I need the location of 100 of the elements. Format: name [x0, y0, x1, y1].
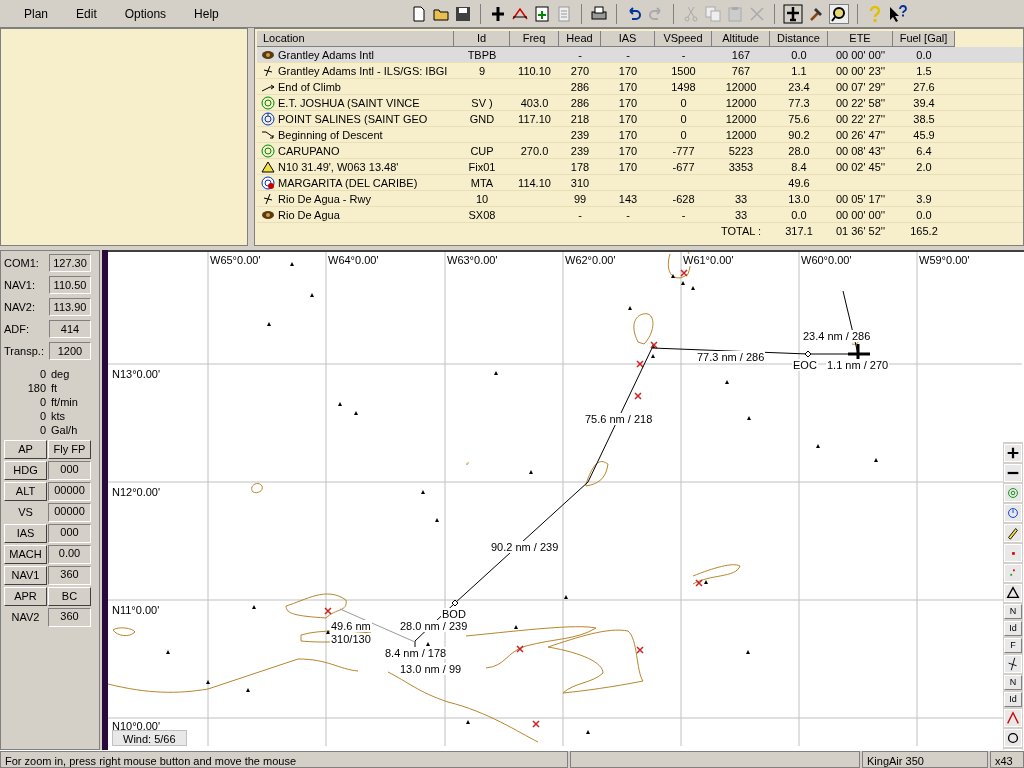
table-row[interactable]: E.T. JOSHUA (SAINT VINCE SV ) 403.0 286 170 0 12000 77.3 00 22' 58'' 39.4: [257, 95, 1023, 111]
status-hint: For zoom in, press right mouse button and move the mouse: [0, 751, 568, 768]
table-cell-text: End of Climb: [278, 80, 341, 95]
radio-frequency-field[interactable]: 110.50: [49, 276, 91, 294]
table-row[interactable]: POINT SALINES (SAINT GEO GND 117.10 218 170 0 12000 75.6 00 22' 27'' 38.5: [257, 111, 1023, 127]
autopilot-value-field[interactable]: 0.00: [48, 545, 91, 564]
new-file-icon[interactable]: [410, 4, 428, 23]
status-aircraft: KingAir 350: [862, 751, 988, 768]
autopilot-button[interactable]: APR: [4, 587, 47, 606]
map-filter-button[interactable]: N: [1004, 675, 1022, 690]
table-cell-text: 00 00' 23'': [835, 64, 886, 79]
table-row[interactable]: Rio De Agua - Rwy 10 99 143 -628 33 13.0 00 05' 17'' 3.9: [257, 191, 1023, 207]
table-cell-text: 117.10: [518, 112, 551, 127]
compass-rose-icon: [261, 112, 275, 126]
map-filter-button[interactable]: N: [1004, 604, 1022, 619]
table-cell-text: Fix01: [468, 160, 496, 175]
save-icon[interactable]: [454, 4, 472, 23]
waypoint-add-icon[interactable]: [489, 4, 507, 23]
autopilot-value-field[interactable]: 000: [48, 461, 91, 480]
circle-icon[interactable]: [1004, 729, 1022, 747]
insert-row-icon[interactable]: [533, 4, 551, 23]
radio-frequency-field[interactable]: 127.30: [49, 254, 91, 272]
ring-beacon-icon[interactable]: [1004, 484, 1022, 502]
table-cell-text: 403.0: [520, 96, 549, 111]
map-search-icon[interactable]: [829, 3, 849, 24]
table-cell-text: 33: [734, 208, 748, 223]
table-cell-text: 6.4: [916, 144, 932, 159]
status-zoom: x43: [990, 751, 1024, 768]
table-cell-text: 28.0: [788, 144, 810, 159]
print-icon[interactable]: [590, 4, 608, 23]
table-cell-text: 00 26' 47'': [835, 128, 886, 143]
menu-item[interactable]: Options: [120, 4, 171, 23]
table-cell-text: -677: [672, 160, 695, 175]
table-row[interactable]: Grantley Adams Intl TBPB - - - 167 0.0 00 00' 00'' 0.0: [257, 47, 1023, 63]
dots-icon[interactable]: [1004, 564, 1022, 582]
column-header[interactable]: VSpeed: [655, 31, 712, 47]
readout-value: 0: [38, 409, 46, 423]
autopilot-button[interactable]: HDG: [4, 461, 47, 480]
column-header[interactable]: Id: [454, 31, 510, 47]
compass-rose-icon[interactable]: [1004, 504, 1022, 522]
column-header[interactable]: Location: [257, 31, 454, 47]
autopilot-button[interactable]: AP: [4, 440, 47, 459]
table-cell-text: 0.0: [916, 48, 932, 63]
autopilot-value-field[interactable]: 000: [48, 524, 91, 543]
radio-frequency-field[interactable]: 414: [49, 320, 91, 338]
autopilot-value-field[interactable]: 360: [48, 608, 91, 627]
column-header[interactable]: Fuel [Gal]: [893, 31, 955, 47]
map-filter-button[interactable]: Id: [1004, 621, 1022, 636]
menu-item[interactable]: Plan: [20, 4, 53, 23]
column-header[interactable]: Freq: [510, 31, 559, 47]
runway-icon[interactable]: [1004, 655, 1022, 673]
table-cell-text: 13.0: [788, 192, 810, 207]
leg-label: 49.6 nm: [330, 620, 372, 632]
table-row[interactable]: Grantley Adams Intl - ILS/GS: IBGI 9 110.10 270 170 1500 767 1.1 00 00' 23'' 1.5: [257, 63, 1023, 79]
leg-label: 13.0 nm / 99: [399, 663, 463, 675]
autopilot-button[interactable]: Fly FP: [48, 440, 91, 459]
autopilot-button[interactable]: NAV1: [4, 566, 47, 585]
table-row[interactable]: CARUPANO CUP 270.0 239 170 -777 5223 28.0 00 08' 43'' 6.4: [257, 143, 1023, 159]
triangle-icon[interactable]: [1004, 584, 1022, 602]
airplane-icon[interactable]: [783, 3, 803, 24]
zoom-out-icon[interactable]: [1004, 464, 1022, 482]
table-row[interactable]: N10 31.49', W063 13.48' Fix01 178 170 -677 3353 8.4 00 02' 45'' 2.0: [257, 159, 1023, 175]
table-cell-text: 170: [618, 160, 638, 175]
autopilot-button[interactable]: MACH: [4, 545, 47, 564]
pen-icon[interactable]: [1004, 524, 1022, 542]
table-cell-text: 3.9: [916, 192, 932, 207]
autopilot-button[interactable]: IAS: [4, 524, 47, 543]
menu-item[interactable]: Edit: [72, 4, 101, 23]
table-cell-text: -: [681, 48, 686, 63]
autopilot-button[interactable]: ALT: [4, 482, 47, 501]
table-cell-text: 23.4: [788, 80, 810, 95]
airport-icon: [261, 48, 275, 62]
table-row[interactable]: MARGARITA (DEL CARIBE) MTA 114.10 310 49.6: [257, 175, 1023, 191]
column-header[interactable]: Altitude: [712, 31, 770, 47]
radio-label: NAV2:: [4, 299, 35, 315]
column-header[interactable]: Distance: [770, 31, 828, 47]
table-cell-text: 0.0: [791, 208, 807, 223]
table-cell-text: 8.4: [791, 160, 807, 175]
longitude-label: W60°0.00': [800, 254, 853, 266]
context-help-icon[interactable]: [888, 4, 908, 23]
table-cell-text: 39.4: [913, 96, 935, 111]
table-cell-text: 1.1: [791, 64, 807, 79]
map-filter-button[interactable]: Id: [1004, 692, 1022, 707]
column-header[interactable]: Head: [559, 31, 601, 47]
map-filter-button[interactable]: F: [1004, 638, 1022, 653]
radio-frequency-field[interactable]: 1200: [49, 342, 91, 360]
column-header[interactable]: IAS: [601, 31, 655, 47]
autopilot-button[interactable]: BC: [48, 587, 91, 606]
longitude-label: W62°0.00': [564, 254, 617, 266]
autopilot-value-field[interactable]: 00000: [48, 503, 91, 522]
readout-value: 0: [38, 395, 46, 409]
zoom-in-icon[interactable]: [1004, 444, 1022, 462]
menu-item[interactable]: Help: [190, 4, 223, 23]
table-cell-text: 45.9: [913, 128, 935, 143]
table-cell-text: 12000: [725, 112, 757, 127]
column-header[interactable]: ETE: [828, 31, 893, 47]
radio-frequency-field[interactable]: 113.90: [49, 298, 91, 316]
leg-label: 1.1 nm / 270: [826, 359, 890, 371]
autopilot-value-field[interactable]: 00000: [48, 482, 91, 501]
autopilot-value-field[interactable]: 360: [48, 566, 91, 585]
